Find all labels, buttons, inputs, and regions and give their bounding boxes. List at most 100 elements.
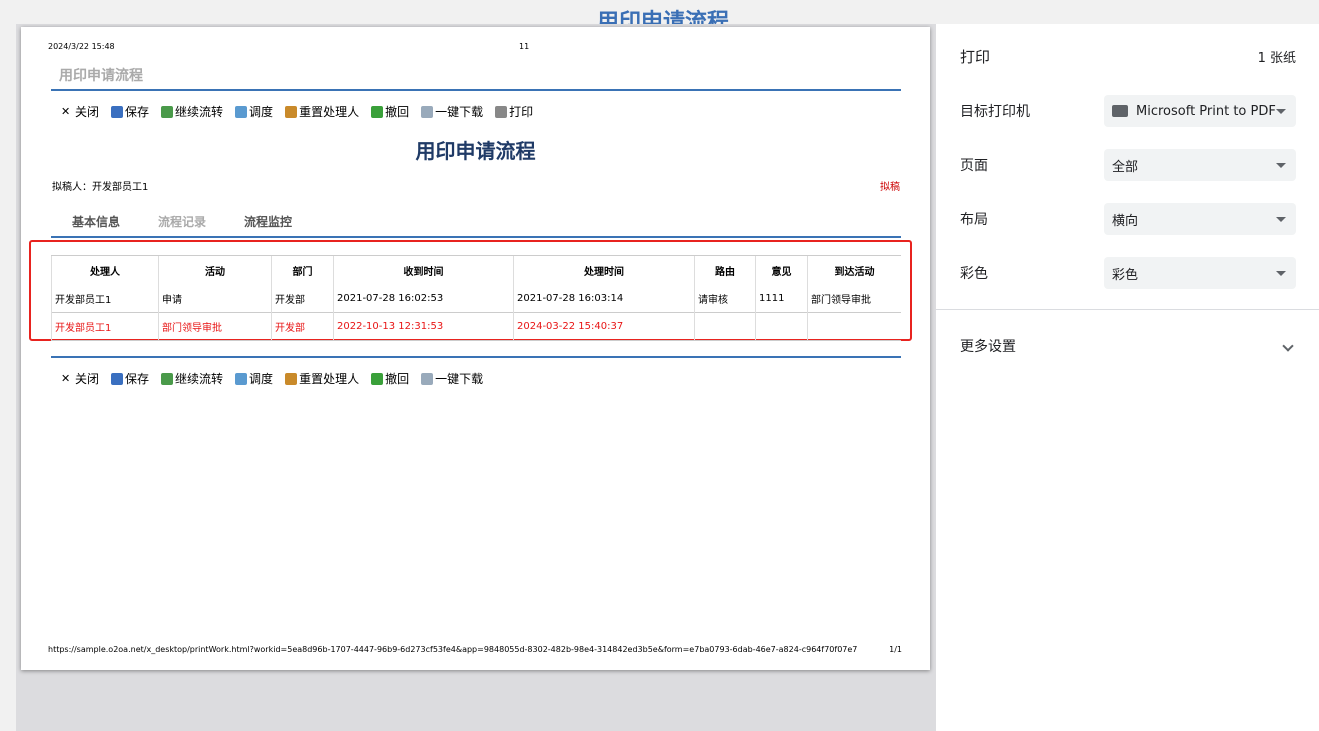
dispatch-icon: [235, 372, 248, 385]
download-icon: [421, 105, 434, 118]
print-label: 打印: [509, 105, 534, 119]
table-cell: 1111: [755, 284, 808, 313]
undo-button[interactable]: 撤回: [371, 103, 409, 120]
pages-select[interactable]: 全部: [1104, 149, 1296, 181]
reset-handler-icon: [285, 105, 298, 118]
continue-flow-icon: [161, 372, 174, 385]
reset-handler-label: 重置处理人: [299, 105, 360, 119]
table-cell: 部门领导审批: [158, 312, 272, 341]
header-date: 2024/3/22 15:48: [48, 42, 115, 51]
pages-label: 页面: [960, 158, 988, 174]
undo-label: 撤回: [385, 105, 410, 119]
download-icon: [421, 372, 434, 385]
tabs: 基本信息 流程记录 流程监控: [72, 213, 292, 230]
tab-basic-info[interactable]: 基本信息: [72, 213, 120, 230]
background-title: 用印申请流程: [597, 10, 730, 24]
table-cell: 2024-03-22 15:40:37: [513, 312, 695, 341]
continue-flow-icon: [161, 105, 174, 118]
save-button[interactable]: 保存: [111, 370, 149, 387]
header-activity: 活动: [158, 255, 272, 285]
reset-handler-button[interactable]: 重置处理人: [285, 370, 359, 387]
printer-value: Microsoft Print to PDF: [1136, 103, 1276, 119]
close-label: 关闭: [75, 372, 100, 386]
sheet-count: 1 张纸: [1257, 51, 1296, 66]
table-cell: 开发部员工1: [51, 312, 159, 341]
toolbar-bottom: ✕ 关闭 保存 继续流转 调度 重置处理人 撤回 一键下载: [61, 370, 483, 387]
undo-icon: [371, 372, 384, 385]
header-route: 路由: [694, 255, 756, 285]
undo-label: 撤回: [385, 372, 410, 386]
print-button[interactable]: 打印: [495, 103, 533, 120]
close-label: 关闭: [75, 105, 100, 119]
print-settings-panel: 打印 1 张纸 目标打印机 Microsoft Print to PDF 页面 全…: [936, 24, 1319, 731]
table-cell: [694, 312, 756, 341]
save-icon: [111, 372, 124, 385]
more-settings-label: 更多设置: [960, 339, 1016, 355]
table-cell: 开发部: [271, 312, 334, 341]
save-label: 保存: [125, 105, 150, 119]
chevron-down-icon: [1276, 216, 1286, 222]
dispatch-button[interactable]: 调度: [235, 370, 273, 387]
doc-title: 用印申请流程: [59, 68, 143, 84]
color-select[interactable]: 彩色: [1104, 257, 1296, 289]
download-label: 一键下载: [435, 372, 484, 386]
download-button[interactable]: 一键下载: [421, 370, 483, 387]
tab-flow-record[interactable]: 流程记录: [158, 213, 206, 230]
color-label: 彩色: [960, 266, 988, 282]
close-icon: ✕: [61, 371, 71, 385]
table-cell: 请审核: [694, 284, 756, 313]
continue-flow-label: 继续流转: [175, 105, 224, 119]
download-label: 一键下载: [435, 105, 484, 119]
header-handler: 处理人: [51, 255, 159, 285]
printer-label: 目标打印机: [960, 104, 1030, 120]
header-dept: 部门: [271, 255, 334, 285]
close-button[interactable]: ✕ 关闭: [61, 103, 99, 120]
continue-flow-button[interactable]: 继续流转: [161, 370, 223, 387]
print-icon: [495, 105, 508, 118]
continue-flow-label: 继续流转: [175, 372, 224, 386]
download-button[interactable]: 一键下载: [421, 103, 483, 120]
continue-flow-button[interactable]: 继续流转: [161, 103, 223, 120]
print-title: 打印: [960, 48, 991, 66]
table-row: 开发部员工1 部门领导审批 开发部 2022-10-13 12:31:53 2024-0…: [51, 312, 901, 341]
status-badge: 拟稿: [880, 182, 900, 193]
undo-icon: [371, 105, 384, 118]
reset-handler-button[interactable]: 重置处理人: [285, 103, 359, 120]
table-cell: 申请: [158, 284, 272, 313]
drafter: 拟稿人：开发部员工1: [52, 182, 149, 193]
save-icon: [111, 105, 124, 118]
title-divider: [51, 89, 901, 91]
layout-select[interactable]: 横向: [1104, 203, 1296, 235]
dispatch-button[interactable]: 调度: [235, 103, 273, 120]
table-cell: 部门领导审批: [807, 284, 901, 313]
tab-flow-monitor[interactable]: 流程监控: [244, 213, 292, 230]
main-title: 用印申请流程: [415, 139, 536, 163]
bottom-divider: [51, 356, 901, 358]
table-cell: 2021-07-28 16:03:14: [513, 284, 695, 313]
more-settings-toggle[interactable]: 更多设置: [960, 336, 1296, 356]
chevron-down-icon: [1276, 108, 1286, 114]
close-icon: ✕: [61, 104, 71, 118]
table-cell: 开发部: [271, 284, 334, 313]
footer-url: https://sample.o2oa.net/x_desktop/printW…: [48, 645, 858, 654]
table-cell: 2022-10-13 12:31:53: [333, 312, 514, 341]
table-cell: [807, 312, 901, 341]
dispatch-label: 调度: [249, 372, 274, 386]
header-center: 11: [519, 42, 530, 51]
close-button[interactable]: ✕ 关闭: [61, 370, 99, 387]
print-preview-page: 2024/3/22 15:48 11 用印申请流程 ✕ 关闭 保存 继续流转 调度 重置处…: [21, 27, 930, 670]
background-page-strip: 用印申请流程: [0, 0, 1319, 24]
table-cell: 开发部员工1: [51, 284, 159, 313]
chevron-down-icon: [1276, 162, 1286, 168]
reset-handler-icon: [285, 372, 298, 385]
header-processed: 处理时间: [513, 255, 695, 285]
save-button[interactable]: 保存: [111, 103, 149, 120]
printer-select[interactable]: Microsoft Print to PDF: [1104, 95, 1296, 127]
undo-button[interactable]: 撤回: [371, 370, 409, 387]
table-row: 开发部员工1 申请 开发部 2021-07-28 16:02:53 2021-07-28…: [51, 284, 901, 313]
layout-label: 布局: [960, 212, 988, 228]
footer-page-number: 1/1: [889, 645, 902, 654]
color-value: 彩色: [1112, 267, 1139, 283]
chevron-down-icon: [1282, 340, 1294, 352]
header-arrival: 到达活动: [807, 255, 901, 285]
